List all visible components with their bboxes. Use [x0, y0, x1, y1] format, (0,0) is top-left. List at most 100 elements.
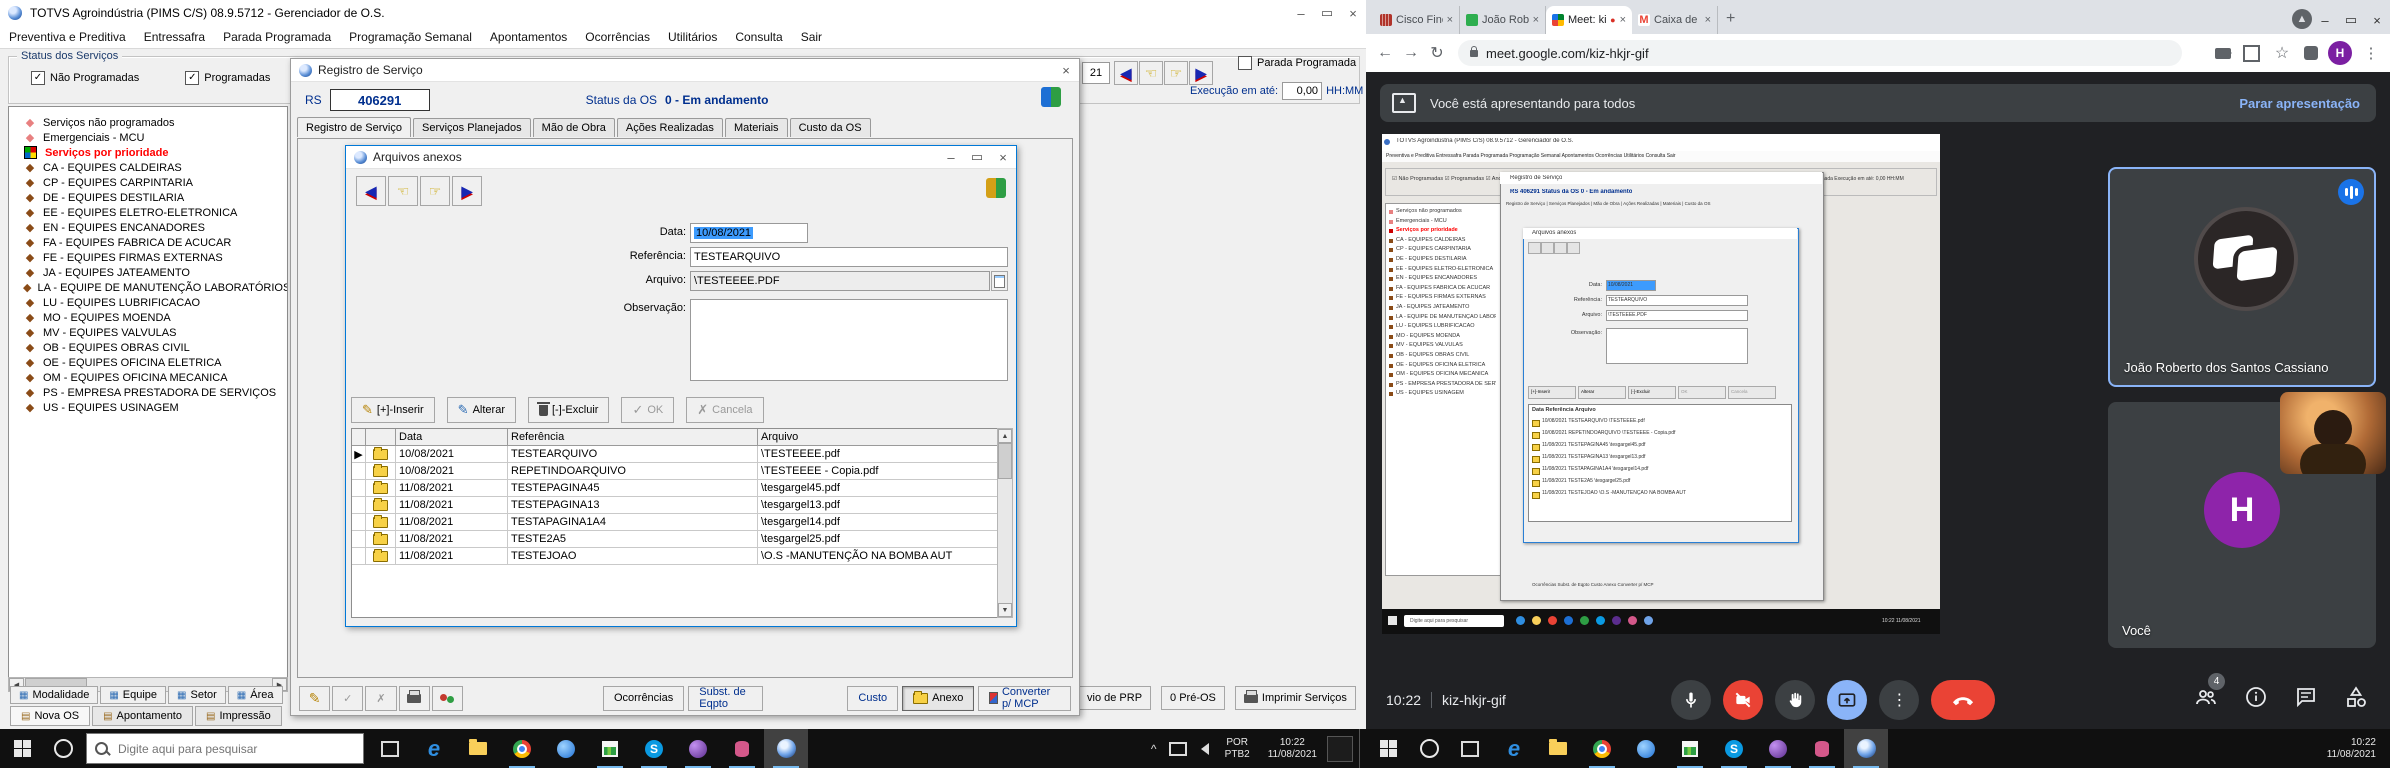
cell-referencia[interactable]: TESTEJOAO [508, 548, 758, 565]
present-button[interactable] [1827, 679, 1868, 720]
chrome-profile-avatar[interactable]: H [2328, 41, 2352, 65]
cell-data[interactable]: 10/08/2021 [396, 446, 508, 463]
participant-tile[interactable]: João Roberto dos Santos Cassiano [2108, 167, 2376, 387]
info-button[interactable] [2244, 685, 2268, 714]
cell-arquivo[interactable]: \tesgargel14.pdf [758, 514, 998, 531]
tab-close-icon[interactable]: × [1705, 14, 1711, 26]
chat-button[interactable] [2294, 685, 2318, 714]
table-vscrollbar[interactable]: ▲ ▼ [997, 428, 1013, 618]
tree-item-mv-equipes-valvulas[interactable]: ◆ MV - EQUIPES VALVULAS [9, 325, 287, 340]
inserir-button[interactable]: ✎ [+]-Inserir [351, 397, 435, 423]
camera-app-taskbar-button[interactable] [544, 729, 588, 768]
nav-next-button[interactable]: ☞ [1164, 61, 1188, 85]
equipe-button[interactable]: ▦ Equipe [100, 686, 167, 704]
tree-item-lu-equipes-lubrificacao[interactable]: ◆ LU - EQUIPES LUBRIFICACAO [9, 295, 287, 310]
dialog-nav-next-button[interactable]: ☞ [420, 176, 450, 206]
show-desktop-button[interactable] [1359, 729, 1366, 768]
cortana-button[interactable] [44, 729, 82, 768]
cell-arquivo[interactable]: \TESTEEEE - Copia.pdf [758, 463, 998, 480]
raise-hand-button[interactable] [1775, 679, 1816, 720]
checkbox-nao-programadas[interactable]: ✓ Não Programadas [31, 71, 139, 85]
browser-tab-joao-roberto-dos-santo[interactable]: João Roberto dos Santo × [1460, 6, 1546, 34]
menu-item-ocorrencias[interactable]: Ocorrências [576, 26, 659, 48]
cancela-button[interactable]: ✗ Cancela [686, 397, 764, 423]
execucao-field[interactable]: 0,00 [1282, 82, 1323, 100]
alterar-button[interactable]: ✎ Alterar [446, 397, 516, 423]
tab-close-icon[interactable]: × [1620, 14, 1626, 26]
tab-registro-de-servico[interactable]: Registro de Serviço [297, 117, 411, 137]
cell-referencia[interactable]: TESTEPAGINA13 [508, 497, 758, 514]
users-button[interactable] [431, 685, 463, 711]
confirm-button[interactable]: ✓ [332, 685, 364, 711]
skype-taskbar-button[interactable]: S [632, 729, 676, 768]
checkbox-programadas[interactable]: ✓ Programadas [185, 71, 270, 85]
new-tab-button[interactable]: + [1726, 10, 1735, 28]
impressao-tab[interactable]: ▤ Impressão [194, 706, 282, 726]
chrome-taskbar-button[interactable] [500, 729, 544, 768]
camera-app-taskbar-button[interactable] [1624, 729, 1668, 768]
vio-de-prp-button[interactable]: vio de PRP [1078, 686, 1152, 710]
nav-first-button[interactable]: ◀ [1114, 61, 1138, 85]
tab-custo-da-os[interactable]: Custo da OS [789, 118, 871, 137]
tree-item-ca-equipes-caldeiras[interactable]: ◆ CA - EQUIPES CALDEIRAS [9, 160, 287, 175]
arquivo-field[interactable]: \TESTEEEE.PDF [690, 271, 990, 291]
tab-materiais[interactable]: Materiais [724, 118, 788, 137]
cell-data[interactable]: 11/08/2021 [396, 514, 508, 531]
nav-prev-button[interactable]: ☜ [1139, 61, 1163, 85]
media-app-taskbar-button[interactable] [676, 729, 720, 768]
database-app-taskbar-button[interactable] [1800, 729, 1844, 768]
end-call-button[interactable] [1931, 679, 1996, 720]
tree-item-emergenciais-mcu[interactable]: ◆ Emergenciais - MCU [9, 130, 287, 145]
camera-off-button[interactable] [1723, 679, 1764, 720]
media-app-taskbar-button[interactable] [1756, 729, 1800, 768]
dialog-nav-last-button[interactable]: ▶ [452, 176, 482, 206]
cortana-button[interactable] [1410, 729, 1448, 768]
menu-item-preventiva-e-preditiva[interactable]: Preventiva e Preditiva [0, 26, 135, 48]
edit-button[interactable]: ✎ [299, 685, 331, 711]
tab-servicos-planejados[interactable]: Serviços Planejados [413, 118, 531, 137]
parada-programada-checkbox[interactable]: Parada Programada [1238, 56, 1356, 70]
cell-arquivo[interactable]: \tesgargel25.pdf [758, 531, 998, 548]
chrome-close-button[interactable]: × [2364, 13, 2390, 28]
activities-button[interactable] [2344, 685, 2368, 714]
forward-button[interactable]: → [1398, 44, 1424, 62]
menu-item-consulta[interactable]: Consulta [726, 26, 791, 48]
camera-in-use-icon[interactable] [2215, 47, 2232, 59]
rs-field[interactable]: 406291 [329, 89, 430, 111]
observacao-field[interactable] [690, 299, 1008, 381]
tray-volume-icon[interactable] [1195, 742, 1209, 755]
app-maximize-button[interactable]: ▭ [1314, 5, 1340, 21]
tree-item-om-equipes-oficina-mecanica[interactable]: ◆ OM - EQUIPES OFICINA MECANICA [9, 370, 287, 385]
totvs-app-taskbar-button[interactable] [1844, 729, 1888, 768]
reload-button[interactable]: ↻ [1424, 43, 1450, 63]
skype-taskbar-button[interactable]: S [1712, 729, 1756, 768]
nova-os-tab[interactable]: ▤ Nova OS [10, 706, 91, 726]
tray-clock[interactable]: 10:22 11/08/2021 [1268, 737, 1317, 761]
browser-tab-cisco-finesse[interactable]: Cisco Finesse × [1374, 6, 1460, 34]
extensions-icon[interactable] [2304, 46, 2318, 60]
chrome-maximize-button[interactable]: ▭ [2338, 12, 2364, 28]
task-view-taskbar-button[interactable] [1448, 729, 1492, 768]
tree-item-fe-equipes-firmas-externas[interactable]: ◆ FE - EQUIPES FIRMAS EXTERNAS [9, 250, 287, 265]
start-button[interactable] [0, 729, 44, 768]
browser-tab-meet-kiz-hkjr-gif[interactable]: Meet: kiz-hkjr-gif● × [1546, 6, 1632, 34]
ocorrencias-button[interactable]: Ocorrências [602, 685, 685, 711]
column-header-data[interactable]: Data [396, 429, 508, 446]
tab-close-icon[interactable]: × [1447, 14, 1453, 26]
tree-item-de-equipes-destilaria[interactable]: ◆ DE - EQUIPES DESTILARIA [9, 190, 287, 205]
ok-button[interactable]: ✓ OK [621, 397, 675, 423]
file-explorer-taskbar-button[interactable] [456, 729, 500, 768]
omnibox[interactable]: meet.google.com/kiz-hkjr-gif [1458, 40, 2182, 66]
tree-item-ee-equipes-eletro-eletronica[interactable]: ◆ EE - EQUIPES ELETRO-ELETRONICA [9, 205, 287, 220]
menu-item-parada-programada[interactable]: Parada Programada [214, 26, 340, 48]
tree-item-ps-empresa-prestadora-de-servicos[interactable]: ◆ PS - EMPRESA PRESTADORA DE SERVIÇOS [9, 385, 287, 400]
apontamento-tab[interactable]: ▤ Apontamento [92, 706, 193, 726]
dialog-close-button[interactable]: × [990, 150, 1016, 165]
tree-item-mo-equipes-moenda[interactable]: ◆ MO - EQUIPES MOENDA [9, 310, 287, 325]
cell-referencia[interactable]: TESTAPAGINA1A4 [508, 514, 758, 531]
stop-presenting-button[interactable]: Parar apresentação [2239, 96, 2360, 111]
converter-p-mcp-button[interactable]: Converter p/ MCP [978, 685, 1071, 711]
modalidade-button[interactable]: ▦ Modalidade [10, 686, 99, 704]
area-button[interactable]: ▦ Área [227, 686, 283, 704]
app-close-button[interactable]: × [1340, 6, 1366, 21]
